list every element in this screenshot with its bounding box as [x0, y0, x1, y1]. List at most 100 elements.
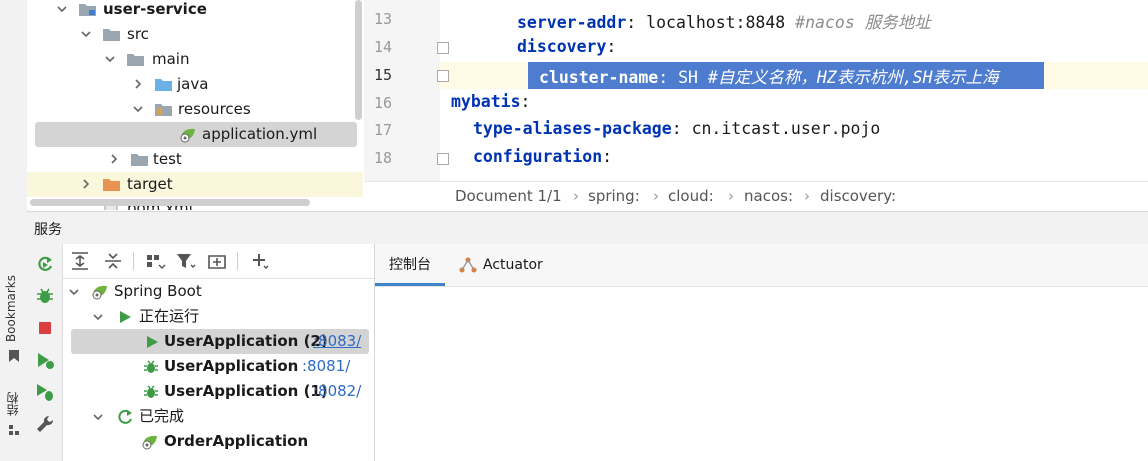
tree-item-label: application.yml [202, 125, 318, 143]
line-number: 14 [373, 38, 392, 56]
breadcrumb-item[interactable]: spring: [588, 187, 640, 205]
tab-console[interactable]: 控制台 [375, 244, 445, 286]
breadcrumb-document[interactable]: Document 1/1 [455, 187, 562, 205]
chevron-down-icon [105, 56, 115, 63]
chevron-right-icon: › [653, 187, 659, 205]
tree-item-label: resources [178, 100, 251, 118]
add-service-icon[interactable] [249, 251, 271, 271]
service-item-user-application-1[interactable]: UserApplication (1) :8082/ [63, 379, 374, 404]
service-port-link[interactable]: :8083/ [313, 329, 361, 354]
service-app-name: UserApplication (2) [164, 332, 328, 350]
line-number: 13 [373, 10, 392, 28]
tree-item-label: java [177, 75, 209, 93]
service-app-name: OrderApplication [164, 432, 309, 450]
yaml-separator: : [606, 37, 617, 56]
service-node-label: Spring Boot [114, 282, 202, 300]
console-tab-bar: 控制台 Actuator [375, 244, 1148, 287]
tree-item-target[interactable]: target [27, 172, 363, 197]
tree-horizontal-scrollbar[interactable] [30, 199, 310, 206]
tab-label: Actuator [483, 257, 543, 273]
running-icon [120, 311, 131, 323]
chevron-right-icon: › [728, 187, 734, 205]
tree-item-application-yml[interactable]: application.yml [35, 122, 357, 147]
code-line-17[interactable]: type-aliases-package: cn.itcast.user.poj… [473, 119, 880, 138]
debug-icon[interactable] [35, 286, 55, 306]
code-line-15[interactable]: cluster-name: SH #自定义名称，HZ表示杭州,SH表示上海 [539, 64, 999, 88]
stop-icon[interactable] [35, 318, 55, 338]
breadcrumb-item[interactable]: cloud: [668, 187, 714, 205]
service-app-name: UserApplication (1) [164, 382, 328, 400]
tree-item-label: main [152, 50, 190, 68]
tree-vertical-scrollbar[interactable] [355, 0, 362, 120]
service-item-user-application[interactable]: UserApplication :8081/ [63, 354, 374, 379]
code-line-13[interactable]: server-addr: localhost:8848 #nacos 服务地址 [517, 9, 931, 33]
fold-marker-icon[interactable] [437, 153, 449, 165]
tab-actuator[interactable]: Actuator [459, 244, 549, 286]
service-group-finished[interactable]: 已完成 [63, 404, 374, 429]
bookmarks-tab[interactable]: Bookmarks [4, 275, 18, 342]
collapse-all-icon[interactable] [102, 251, 124, 271]
excluded-folder-icon [103, 179, 120, 191]
toolbar-separator [133, 252, 134, 270]
service-app-name: UserApplication [164, 357, 299, 375]
new-tab-icon[interactable] [206, 251, 228, 271]
tree-item-label: target [127, 175, 173, 193]
wrench-icon[interactable] [35, 414, 55, 434]
yaml-comment: #nacos 服务地址 [785, 13, 931, 32]
service-item-order-application[interactable]: OrderApplication [63, 429, 374, 454]
expand-all-icon[interactable] [69, 251, 91, 271]
tree-item-label: src [127, 25, 149, 43]
fold-marker-icon[interactable] [437, 70, 449, 82]
line-number: 17 [373, 121, 392, 139]
code-line-14[interactable]: discovery: [517, 37, 616, 56]
chevron-down-icon [69, 289, 79, 296]
yaml-separator: : [658, 68, 679, 87]
tree-item-main[interactable]: main [27, 47, 363, 72]
service-item-user-application-2[interactable]: UserApplication (2) :8083/ [71, 329, 369, 354]
finished-rerun-icon [118, 409, 132, 424]
project-tree[interactable]: user-service src main java resources app… [27, 0, 363, 210]
resources-folder-icon [155, 104, 172, 116]
tree-item-user-service[interactable]: user-service [27, 0, 363, 22]
breadcrumb-item[interactable]: nacos: [744, 187, 793, 205]
services-actions-strip [27, 244, 63, 461]
yaml-value: cn.itcast.user.pojo [691, 119, 881, 138]
bookmark-icon [9, 350, 19, 362]
tree-item-test[interactable]: test [27, 147, 363, 172]
tree-item-java[interactable]: java [27, 72, 363, 97]
service-group-label: 已完成 [139, 407, 185, 425]
run-with-coverage-icon[interactable] [35, 350, 55, 370]
console-panel[interactable]: 控制台 Actuator [375, 244, 1148, 461]
tree-item-src[interactable]: src [27, 22, 363, 47]
tree-item-label: user-service [103, 0, 207, 18]
service-port-link[interactable]: :8082/ [313, 379, 361, 404]
service-port-link[interactable]: :8081/ [302, 354, 350, 379]
code-editor[interactable]: 13 server-addr: localhost:8848 #nacos 服务… [364, 0, 1148, 181]
filter-icon[interactable] [175, 251, 197, 271]
chevron-down-icon [133, 106, 143, 113]
rerun-icon[interactable] [35, 254, 55, 274]
structure-tab[interactable]: 结构 [4, 392, 21, 416]
code-line-16[interactable]: mybatis: [451, 92, 530, 111]
code-line-18[interactable]: configuration: [473, 147, 612, 166]
services-tree-panel[interactable]: Spring Boot 正在运行 UserApplication (2) :80… [63, 244, 375, 461]
yaml-comment: #自定义名称，HZ表示杭州,SH表示上海 [697, 68, 999, 87]
tree-item-resources[interactable]: resources [27, 97, 363, 122]
services-tool-window-header: 服务 [27, 211, 1148, 245]
service-node-spring-boot[interactable]: Spring Boot [63, 279, 374, 304]
tab-label: 控制台 [389, 257, 431, 273]
folder-icon [131, 154, 148, 166]
fold-marker-icon[interactable] [437, 42, 449, 54]
chevron-down-icon [93, 414, 103, 421]
left-tool-strip: Bookmarks 结构 [0, 0, 28, 461]
service-group-running[interactable]: 正在运行 [63, 304, 374, 329]
group-by-icon[interactable] [144, 251, 166, 271]
breadcrumb-item[interactable]: discovery: [820, 187, 896, 205]
structure-icon [9, 425, 19, 435]
yaml-key: mybatis [451, 92, 521, 111]
breadcrumb: Document 1/1 › spring: › cloud: › nacos:… [364, 181, 1148, 211]
debug-attach-icon[interactable] [35, 382, 55, 402]
line-number: 18 [373, 149, 392, 167]
yaml-key: configuration [473, 147, 603, 166]
yaml-separator: : [626, 13, 647, 32]
